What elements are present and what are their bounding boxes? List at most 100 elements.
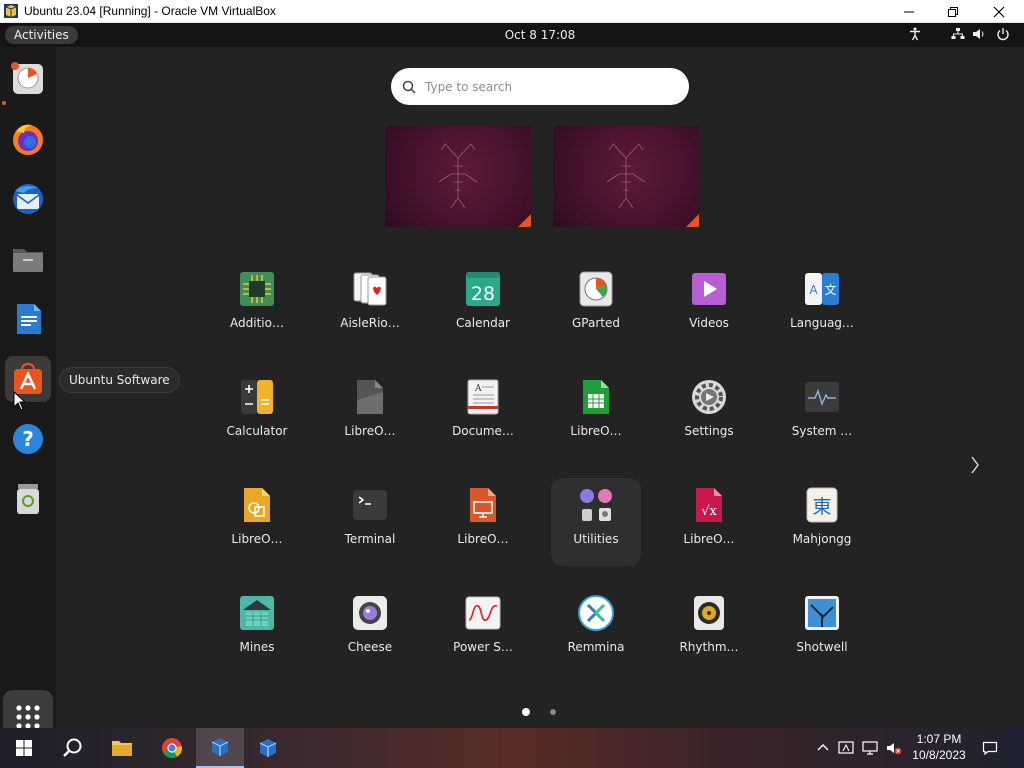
app-videos[interactable]: Videos (664, 262, 754, 350)
app-label: Calculator (226, 424, 288, 438)
volume-icon[interactable] (972, 27, 986, 43)
folder-icon (112, 741, 132, 756)
app-libreoffice-calc[interactable]: LibreO… (551, 370, 641, 458)
network-tray-icon[interactable] (862, 740, 878, 760)
virtualbox-icon (211, 738, 229, 756)
search-icon (63, 738, 82, 757)
language-support-icon: A 文 (805, 273, 839, 305)
dock-firefox[interactable] (5, 116, 51, 162)
security-tray-icon[interactable] (838, 740, 854, 760)
dock-files[interactable] (5, 236, 51, 282)
dock-trash[interactable] (5, 476, 51, 522)
libreoffice-math-icon: √x (696, 488, 722, 522)
show-hidden-icons-chevron-icon[interactable] (815, 740, 831, 760)
app-utilities-folder[interactable]: Utilities (551, 478, 641, 566)
dock-disk-usage[interactable] (5, 56, 51, 102)
taskbar-file-explorer[interactable] (98, 728, 146, 768)
page-indicator-2[interactable] (550, 709, 556, 715)
dock-thunderbird[interactable] (5, 176, 51, 222)
app-calendar[interactable]: 28 Calendar (438, 262, 528, 350)
search-field[interactable]: Type to search (391, 68, 689, 105)
virtualbox-icon (4, 4, 18, 18)
app-label: Settings (684, 424, 734, 438)
settings-icon (692, 380, 726, 414)
workspace-thumbnail-2[interactable] (553, 126, 699, 227)
aisleriot-icon (353, 272, 387, 306)
app-terminal[interactable]: Terminal (325, 478, 415, 566)
app-label: Utilities (573, 532, 619, 546)
app-label: Additio… (230, 316, 284, 330)
svg-text:文: 文 (824, 282, 836, 297)
dock: ? (0, 47, 56, 728)
app-libreoffice-draw[interactable]: LibreO… (212, 478, 302, 566)
app-label: Languag… (790, 316, 854, 330)
app-rhythmbox[interactable]: Rhythm… (664, 586, 754, 674)
app-mines[interactable]: Mines (212, 586, 302, 674)
dock-help[interactable]: ? (5, 416, 51, 462)
page-indicator-1[interactable] (522, 708, 530, 716)
app-remmina[interactable]: Remmina (551, 586, 641, 674)
close-button[interactable] (976, 0, 1022, 23)
remmina-icon (578, 595, 614, 631)
taskbar-time: 1:07 PM (916, 732, 962, 746)
app-document-viewer[interactable]: A Docume… (438, 370, 528, 458)
app-label: Remmina (567, 640, 625, 654)
system-monitor-icon (805, 382, 839, 412)
calendar-icon: 28 (466, 272, 500, 306)
additional-drivers-icon (240, 272, 274, 306)
power-icon[interactable] (996, 27, 1010, 43)
app-cheese[interactable]: Cheese (325, 586, 415, 674)
taskbar-search-button[interactable] (48, 728, 96, 768)
power-statistics-icon (465, 596, 501, 630)
app-grid-icon (16, 705, 40, 728)
app-label: System … (791, 424, 853, 438)
app-additional-drivers[interactable]: Additio… (212, 262, 302, 350)
taskbar-chrome[interactable] (148, 728, 196, 768)
next-page-arrow-icon[interactable] (966, 453, 984, 477)
app-power-statistics[interactable]: Power S… (438, 586, 528, 674)
minimize-button[interactable] (886, 0, 932, 23)
app-label: Power S… (453, 640, 513, 654)
app-label: AisleRio… (340, 316, 400, 330)
app-language-support[interactable]: A 文 Languag… (777, 262, 867, 350)
accessibility-icon[interactable] (908, 27, 922, 43)
taskbar-date: 10/8/2023 (912, 748, 966, 762)
app-system-monitor[interactable]: System … (777, 370, 867, 458)
app-label: Rhythm… (679, 640, 739, 654)
restore-button[interactable] (930, 0, 976, 23)
date-time[interactable]: Oct 8 17:08 (0, 23, 1024, 47)
volume-muted-icon[interactable] (886, 740, 902, 760)
dock-libreoffice-writer[interactable] (5, 296, 51, 342)
taskbar-virtualbox-vm[interactable] (196, 728, 244, 768)
workspace-thumbnail-1[interactable] (385, 126, 531, 227)
app-libreoffice-impress[interactable]: LibreO… (438, 478, 528, 566)
svg-text:A: A (809, 283, 818, 297)
app-calculator[interactable]: Calculator (212, 370, 302, 458)
app-libreoffice[interactable]: LibreO… (325, 370, 415, 458)
taskbar-virtualbox-manager[interactable] (244, 728, 292, 768)
guest-display[interactable]: Oct 8 17:08 Activities ? Ubuntu Software… (0, 23, 1024, 728)
app-label: Shotwell (796, 640, 848, 654)
show-apps-button[interactable] (3, 690, 53, 728)
mahjongg-icon: 東 (806, 487, 838, 523)
activities-button[interactable]: Activities (5, 26, 78, 44)
app-shotwell[interactable]: Shotwell (777, 586, 867, 674)
app-mahjongg[interactable]: 東 Mahjongg (777, 478, 867, 566)
top-bar: Oct 8 17:08 Activities (0, 23, 1024, 47)
app-label: Mahjongg (792, 532, 852, 546)
network-icon[interactable] (951, 27, 965, 43)
notifications-icon[interactable] (982, 740, 998, 760)
app-libreoffice-math[interactable]: √x LibreO… (664, 478, 754, 566)
app-gparted[interactable]: GParted (551, 262, 641, 350)
chrome-icon (162, 738, 183, 759)
host-title-bar[interactable]: Ubuntu 23.04 [Running] - Oracle VM Virtu… (0, 0, 1024, 23)
taskbar-clock[interactable]: 1:07 PM 10/8/2023 (905, 731, 973, 763)
dock-ubuntu-software[interactable] (5, 356, 51, 402)
windows-start-button[interactable] (0, 728, 48, 768)
app-settings[interactable]: Settings (664, 370, 754, 458)
gparted-icon (579, 271, 613, 307)
lobster-wallpaper-icon (438, 143, 478, 209)
search-placeholder: Type to search (425, 79, 513, 94)
app-aisleriot[interactable]: AisleRio… (325, 262, 415, 350)
app-label: Videos (689, 316, 729, 330)
